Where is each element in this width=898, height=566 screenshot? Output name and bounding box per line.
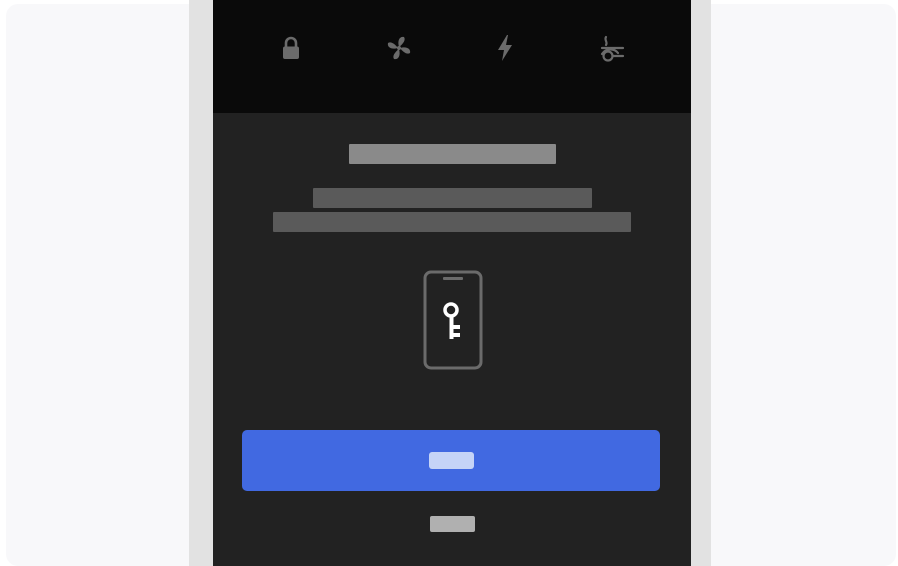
phone-key-illustration [423,270,483,376]
primary-button-label [428,452,474,469]
seat-heater-icon[interactable] [596,32,628,64]
vehicle-controls-bar [213,0,691,113]
lightning-icon[interactable] [489,32,521,64]
page-title [349,144,556,164]
secondary-button-label [429,516,475,532]
primary-action-button[interactable] [242,430,660,491]
lock-icon[interactable] [275,32,307,64]
app-screen [213,0,691,566]
description-line-2 [273,212,631,232]
fan-icon[interactable] [383,32,415,64]
phone-key-icon [423,270,483,370]
description-line-1 [313,188,592,208]
device-frame [189,0,711,566]
secondary-action-button[interactable] [423,508,481,540]
